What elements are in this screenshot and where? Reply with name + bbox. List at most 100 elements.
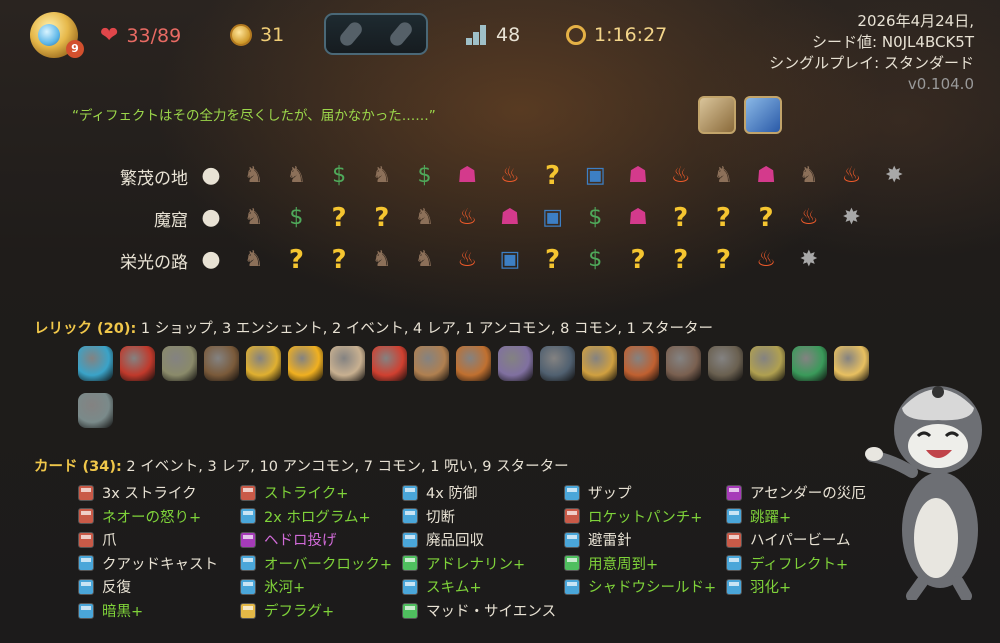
monster-node-icon[interactable]: ♞: [369, 163, 395, 189]
deck-card-entry[interactable]: シャドウシールド+: [564, 576, 716, 597]
node-start-icon[interactable]: ●: [198, 205, 224, 231]
deck-card-entry[interactable]: アドレナリン+: [402, 553, 525, 574]
deck-card-entry[interactable]: スキム+: [402, 576, 482, 597]
treasure-node-icon[interactable]: $: [582, 205, 608, 231]
unknown-node-icon[interactable]: ?: [753, 205, 779, 231]
relic-icon[interactable]: [372, 346, 407, 381]
relic-icon[interactable]: [792, 346, 827, 381]
shop-node-icon[interactable]: ▣: [540, 205, 566, 231]
deck-card-entry[interactable]: 3x ストライク: [78, 482, 197, 503]
monster-node-icon[interactable]: ♞: [710, 163, 736, 189]
elite-node-icon[interactable]: ☗: [625, 163, 651, 189]
relic-icon[interactable]: [330, 346, 365, 381]
shop-node-icon[interactable]: ▣: [497, 247, 523, 273]
deck-card-entry[interactable]: 反復: [78, 576, 131, 597]
monster-node-icon[interactable]: ♞: [283, 163, 309, 189]
rest-site-icon[interactable]: ♨: [454, 205, 480, 231]
deck-card-entry[interactable]: 切断: [402, 506, 455, 527]
deck-card-entry[interactable]: マッド・サイエンス: [402, 600, 556, 621]
relic-icon[interactable]: [414, 346, 449, 381]
deck-card-entry[interactable]: 用意周到+: [564, 553, 658, 574]
relic-icon[interactable]: [624, 346, 659, 381]
relic-icon[interactable]: [540, 346, 575, 381]
relic-icon[interactable]: [162, 346, 197, 381]
treasure-node-icon[interactable]: $: [412, 163, 438, 189]
unknown-node-icon[interactable]: ?: [326, 247, 352, 273]
empty-potion-icon[interactable]: [387, 19, 415, 49]
deck-card-entry[interactable]: 跳躍+: [726, 506, 791, 527]
empty-potion-icon[interactable]: [337, 19, 365, 49]
unknown-node-icon[interactable]: ?: [625, 247, 651, 273]
potion-slots[interactable]: [324, 13, 428, 55]
deck-card-entry[interactable]: デフラグ+: [240, 600, 334, 621]
deck-card-entry[interactable]: 爪: [78, 529, 117, 550]
deck-card-entry[interactable]: 廃品回収: [402, 529, 484, 550]
deck-card-entry[interactable]: ヘドロ投げ: [240, 529, 337, 550]
deck-card-entry[interactable]: アセンダーの災厄: [726, 482, 866, 503]
deck-card-entry[interactable]: ロケットパンチ+: [564, 506, 702, 527]
monster-node-icon[interactable]: ♞: [241, 163, 267, 189]
unknown-node-icon[interactable]: ?: [283, 247, 309, 273]
unknown-node-icon[interactable]: ?: [540, 247, 566, 273]
relic-icon[interactable]: [666, 346, 701, 381]
deck-card-entry[interactable]: 氷河+: [240, 576, 305, 597]
deck-card-entry[interactable]: ハイパービーム: [726, 529, 850, 550]
monster-node-icon[interactable]: ♞: [241, 205, 267, 231]
unknown-node-icon[interactable]: ?: [710, 247, 736, 273]
relic-icon[interactable]: [498, 346, 533, 381]
boss-node-icon[interactable]: ✸: [881, 163, 907, 189]
deck-card-entry[interactable]: 暗黒+: [78, 600, 143, 621]
treasure-node-icon[interactable]: $: [283, 205, 309, 231]
relic-icon[interactable]: [582, 346, 617, 381]
treasure-node-icon[interactable]: $: [326, 163, 352, 189]
unknown-node-icon[interactable]: ?: [326, 205, 352, 231]
rest-site-icon[interactable]: ♨: [753, 247, 779, 273]
node-start-icon[interactable]: ●: [198, 163, 224, 189]
elite-node-icon[interactable]: ☗: [454, 163, 480, 189]
shop-node-icon[interactable]: ▣: [582, 163, 608, 189]
deck-card-entry[interactable]: ディフレクト+: [726, 553, 848, 574]
relic-icon[interactable]: [708, 346, 743, 381]
deck-card-entry[interactable]: 2x ホログラム+: [240, 506, 371, 527]
treasure-node-icon[interactable]: $: [582, 247, 608, 273]
deck-card-entry[interactable]: オーバークロック+: [240, 553, 392, 574]
deck-card-entry[interactable]: ストライク+: [240, 482, 348, 503]
relic-icon[interactable]: [120, 346, 155, 381]
unknown-node-icon[interactable]: ?: [540, 163, 566, 189]
elite-node-icon[interactable]: ☗: [753, 163, 779, 189]
relic-icon[interactable]: [78, 393, 113, 428]
deck-card-entry[interactable]: 4x 防御: [402, 482, 477, 503]
boss-node-icon[interactable]: ✸: [796, 247, 822, 273]
elite-node-icon[interactable]: ☗: [497, 205, 523, 231]
relic-icon[interactable]: [288, 346, 323, 381]
elite-unknown-node-icon[interactable]: ?: [668, 247, 694, 273]
rest-site-icon[interactable]: ♨: [668, 163, 694, 189]
elite-unknown-node-icon[interactable]: ?: [710, 205, 736, 231]
hammer-relic-icon[interactable]: [698, 96, 736, 134]
monster-node-icon[interactable]: ♞: [412, 247, 438, 273]
relic-icon[interactable]: [456, 346, 491, 381]
rest-site-icon[interactable]: ♨: [796, 205, 822, 231]
rest-site-icon[interactable]: ♨: [454, 247, 480, 273]
rest-site-icon[interactable]: ♨: [497, 163, 523, 189]
deck-card-entry[interactable]: ネオーの怒り+: [78, 506, 201, 527]
relic-icon[interactable]: [204, 346, 239, 381]
monster-node-icon[interactable]: ♞: [241, 247, 267, 273]
deck-card-entry[interactable]: 避雷針: [564, 529, 632, 550]
relic-icon[interactable]: [78, 346, 113, 381]
monster-node-icon[interactable]: ♞: [412, 205, 438, 231]
deck-card-entry[interactable]: ザップ: [564, 482, 632, 503]
unknown-node-icon[interactable]: ?: [668, 205, 694, 231]
deck-card-entry[interactable]: クアッドキャスト: [78, 553, 218, 574]
relic-icon[interactable]: [246, 346, 281, 381]
boss-node-icon[interactable]: ✸: [839, 205, 865, 231]
monster-node-icon[interactable]: ♞: [369, 247, 395, 273]
orb-relic-icon[interactable]: [744, 96, 782, 134]
deck-card-entry[interactable]: 羽化+: [726, 576, 791, 597]
relic-icon[interactable]: [750, 346, 785, 381]
unknown-node-icon[interactable]: ?: [369, 205, 395, 231]
monster-node-icon[interactable]: ♞: [796, 163, 822, 189]
node-start-icon[interactable]: ●: [198, 247, 224, 273]
elite-node-icon[interactable]: ☗: [625, 205, 651, 231]
rest-site-icon[interactable]: ♨: [839, 163, 865, 189]
